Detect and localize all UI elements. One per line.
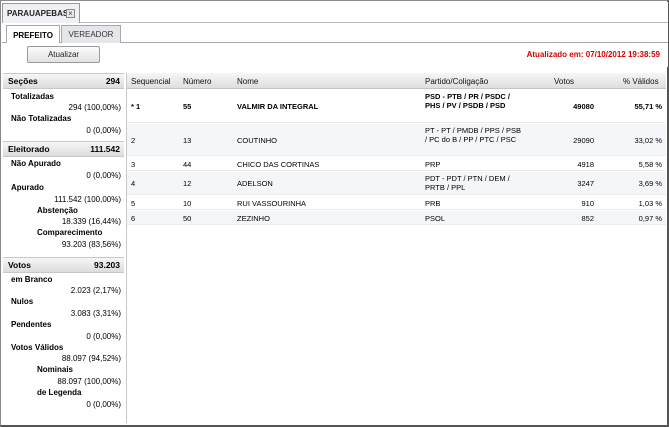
- table-row[interactable]: 2 13 COUTINHO PT - PT / PMDB / PPS / PSB…: [127, 124, 666, 156]
- table-row[interactable]: * 1 55 VALMIR DA INTEGRAL PSD - PTB / PR…: [127, 90, 666, 123]
- nao-apurado-label: Não Apurado: [11, 159, 61, 168]
- cell-partido: PSD - PTB / PR / PSDC / PHS / PV / PSDB …: [425, 92, 511, 110]
- close-icon[interactable]: ×: [66, 9, 75, 18]
- header-votos[interactable]: Votos: [554, 77, 574, 86]
- abstencao-value: 18.339 (16,44%): [61, 217, 121, 226]
- cell-sequencial: * 1: [131, 102, 141, 111]
- comparecimento-value: 93.203 (83,56%): [61, 240, 121, 249]
- header-numero[interactable]: Número: [183, 77, 211, 86]
- votos-total: 93.203: [94, 260, 120, 270]
- section-header-eleitorado: Eleitorado 111.542: [3, 141, 124, 157]
- header-nome[interactable]: Nome: [237, 77, 258, 86]
- app-window: PARAUAPEBAS × PREFEITO VEREADOR Atualiza…: [0, 0, 669, 427]
- cell-nome: ZEZINHO: [237, 214, 270, 223]
- branco-label: em Branco: [11, 275, 53, 284]
- header-validos[interactable]: % Válidos: [623, 77, 659, 86]
- cell-numero: 13: [183, 136, 192, 145]
- section-header-secoes: Seções 294: [3, 73, 124, 89]
- cell-sequencial: 2: [131, 136, 136, 145]
- table-row[interactable]: 3 44 CHICO DAS CORTINAS PRP 4918 5,58 %: [127, 157, 666, 171]
- secoes-title: Seções: [8, 76, 38, 86]
- nominais-value: 88.097 (100,00%): [57, 377, 121, 386]
- nominais-label: Nominais: [37, 365, 74, 374]
- nulos-label: Nulos: [11, 297, 34, 306]
- cell-partido: PDT - PDT / PTN / DEM / PRTB / PPL: [425, 174, 510, 192]
- document-tab[interactable]: PARAUAPEBAS ×: [2, 3, 80, 23]
- cell-nome: COUTINHO: [237, 136, 277, 145]
- section-header-votos: Votos 93.203: [3, 257, 124, 273]
- table-header: Sequencial Número Nome Partido/Coligação…: [127, 73, 666, 89]
- apurado-value: 111.542 (100,00%): [54, 195, 121, 204]
- toolbar: Atualizar Atualizado em: 07/10/2012 19:3…: [2, 43, 668, 67]
- eleitorado-title: Eleitorado: [8, 144, 50, 154]
- cell-numero: 44: [183, 160, 192, 169]
- office-tab-bar: PREFEITO VEREADOR: [2, 23, 668, 44]
- cell-validos: 5,58 %: [638, 160, 662, 169]
- cell-numero: 55: [183, 102, 192, 111]
- cell-votos: 49080: [573, 102, 594, 111]
- updated-timestamp: Atualizado em: 07/10/2012 19:38:59: [526, 50, 660, 59]
- pendentes-value: 0 (0,00%): [86, 332, 121, 341]
- validos-value: 88.097 (94,52%): [61, 354, 121, 363]
- nao-apurado-value: 0 (0,00%): [86, 171, 121, 180]
- cell-votos: 4918: [577, 160, 594, 169]
- cell-nome: VALMIR DA INTEGRAL: [237, 102, 319, 111]
- cell-nome: RUI VASSOURINHA: [237, 199, 307, 208]
- tab-vereador[interactable]: VEREADOR: [61, 25, 121, 43]
- document-tab-bar: PARAUAPEBAS ×: [2, 2, 668, 23]
- cell-sequencial: 6: [131, 214, 136, 223]
- cell-validos: 55,71 %: [634, 102, 662, 111]
- table-row[interactable]: 6 50 ZEZINHO PSOL 852 0,97 %: [127, 211, 666, 225]
- cell-votos: 29090: [573, 136, 594, 145]
- eleitorado-total: 111.542: [90, 144, 120, 154]
- cell-numero: 50: [183, 214, 192, 223]
- totalizadas-label: Totalizadas: [11, 92, 54, 101]
- tab-prefeito[interactable]: PREFEITO: [6, 25, 60, 44]
- header-sequencial[interactable]: Sequencial: [131, 77, 171, 86]
- results-table: Sequencial Número Nome Partido/Coligação…: [127, 73, 666, 423]
- cell-sequencial: 4: [131, 179, 136, 188]
- cell-partido: PRB: [425, 199, 441, 208]
- update-button[interactable]: Atualizar: [27, 46, 100, 63]
- secoes-total: 294: [105, 76, 120, 86]
- table-row[interactable]: 4 12 ADELSON PDT - PDT / PTN / DEM / PRT…: [127, 172, 666, 195]
- legenda-label: de Legenda: [37, 388, 82, 397]
- cell-validos: 3,69 %: [638, 179, 662, 188]
- document-tab-label: PARAUAPEBAS: [7, 9, 69, 18]
- cell-validos: 33,02 %: [634, 136, 662, 145]
- cell-partido: PT - PT / PMDB / PPS / PSB / PC do B / P…: [425, 126, 521, 144]
- cell-partido: PSOL: [425, 214, 446, 223]
- nao-totalizadas-value: 0 (0,00%): [86, 126, 121, 135]
- totalizadas-value: 294 (100,00%): [68, 103, 121, 112]
- nao-totalizadas-label: Não Totalizadas: [11, 114, 72, 123]
- cell-validos: 0,97 %: [638, 214, 662, 223]
- pendentes-label: Pendentes: [11, 320, 52, 329]
- validos-label: Votos Válidos: [11, 343, 64, 352]
- branco-value: 2.023 (2,17%): [70, 286, 121, 295]
- comparecimento-label: Comparecimento: [37, 228, 103, 237]
- abstencao-label: Abstenção: [37, 206, 78, 215]
- cell-numero: 10: [183, 199, 192, 208]
- cell-sequencial: 5: [131, 199, 136, 208]
- header-partido[interactable]: Partido/Coligação: [425, 77, 488, 86]
- cell-votos: 3247: [577, 179, 594, 188]
- cell-nome: ADELSON: [237, 179, 273, 188]
- cell-numero: 12: [183, 179, 192, 188]
- votos-title: Votos: [8, 260, 31, 270]
- cell-partido: PRP: [425, 160, 441, 169]
- cell-sequencial: 3: [131, 160, 136, 169]
- table-row[interactable]: 5 10 RUI VASSOURINHA PRB 910 1,03 %: [127, 196, 666, 210]
- cell-votos: 910: [581, 199, 594, 208]
- legenda-value: 0 (0,00%): [86, 400, 121, 409]
- cell-nome: CHICO DAS CORTINAS: [237, 160, 320, 169]
- cell-validos: 1,03 %: [638, 199, 662, 208]
- cell-votos: 852: [581, 214, 594, 223]
- apurado-label: Apurado: [11, 183, 44, 192]
- nulos-value: 3.083 (3,31%): [70, 309, 121, 318]
